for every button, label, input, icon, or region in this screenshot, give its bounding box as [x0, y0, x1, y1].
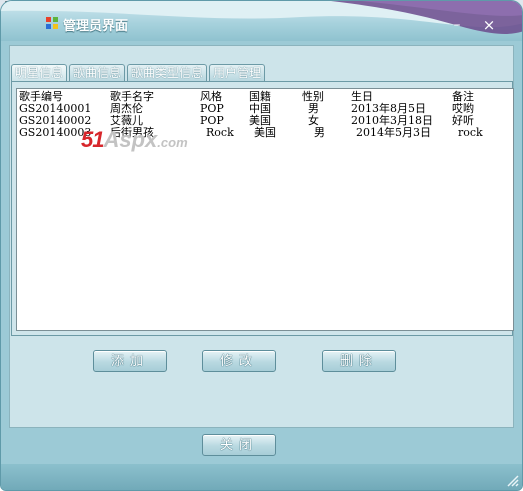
tab-strip: 明星信息 歌曲信息 歌曲类型信息 用户管理	[11, 64, 267, 82]
watermark-word: Aspx	[103, 127, 158, 152]
app-windows-icon	[46, 17, 58, 29]
resize-grip-icon[interactable]	[505, 473, 519, 487]
edit-button[interactable]: 修改	[202, 350, 276, 372]
singer-gender: 男	[314, 126, 325, 139]
site-watermark: 51Aspx.com	[81, 127, 188, 153]
watermark-number: 51	[81, 127, 105, 152]
add-button[interactable]: 添加	[93, 350, 167, 372]
admin-window: 管理员界面 – × 明星信息 歌曲信息 歌曲类型信息 用户管理 歌手编号 歌手名…	[0, 0, 523, 491]
minimize-button[interactable]: –	[450, 18, 464, 32]
singer-list[interactable]: 歌手编号 歌手名字 风格 国籍 性别 生日 备注 GS20140001 周杰伦 …	[16, 88, 514, 331]
singer-nationality: 美国	[254, 126, 276, 139]
tab-song-info[interactable]: 歌曲信息	[69, 64, 126, 81]
tab-user-management[interactable]: 用户管理	[209, 64, 266, 81]
singer-note: rock	[458, 126, 483, 139]
singer-birthday: 2014年5月3日	[356, 126, 431, 139]
tab-song-type-info[interactable]: 歌曲类型信息	[127, 64, 208, 81]
tab-star-info[interactable]: 明星信息	[11, 64, 68, 82]
singer-style: Rock	[206, 126, 234, 139]
bottom-frame	[1, 464, 522, 490]
close-window-button[interactable]: ×	[482, 18, 496, 33]
watermark-domain: .com	[157, 135, 188, 150]
close-button[interactable]: 关闭	[202, 434, 276, 456]
window-title: 管理员界面	[63, 19, 129, 34]
title-bar[interactable]: 管理员界面 – ×	[1, 1, 522, 41]
delete-button[interactable]: 删除	[322, 350, 396, 372]
